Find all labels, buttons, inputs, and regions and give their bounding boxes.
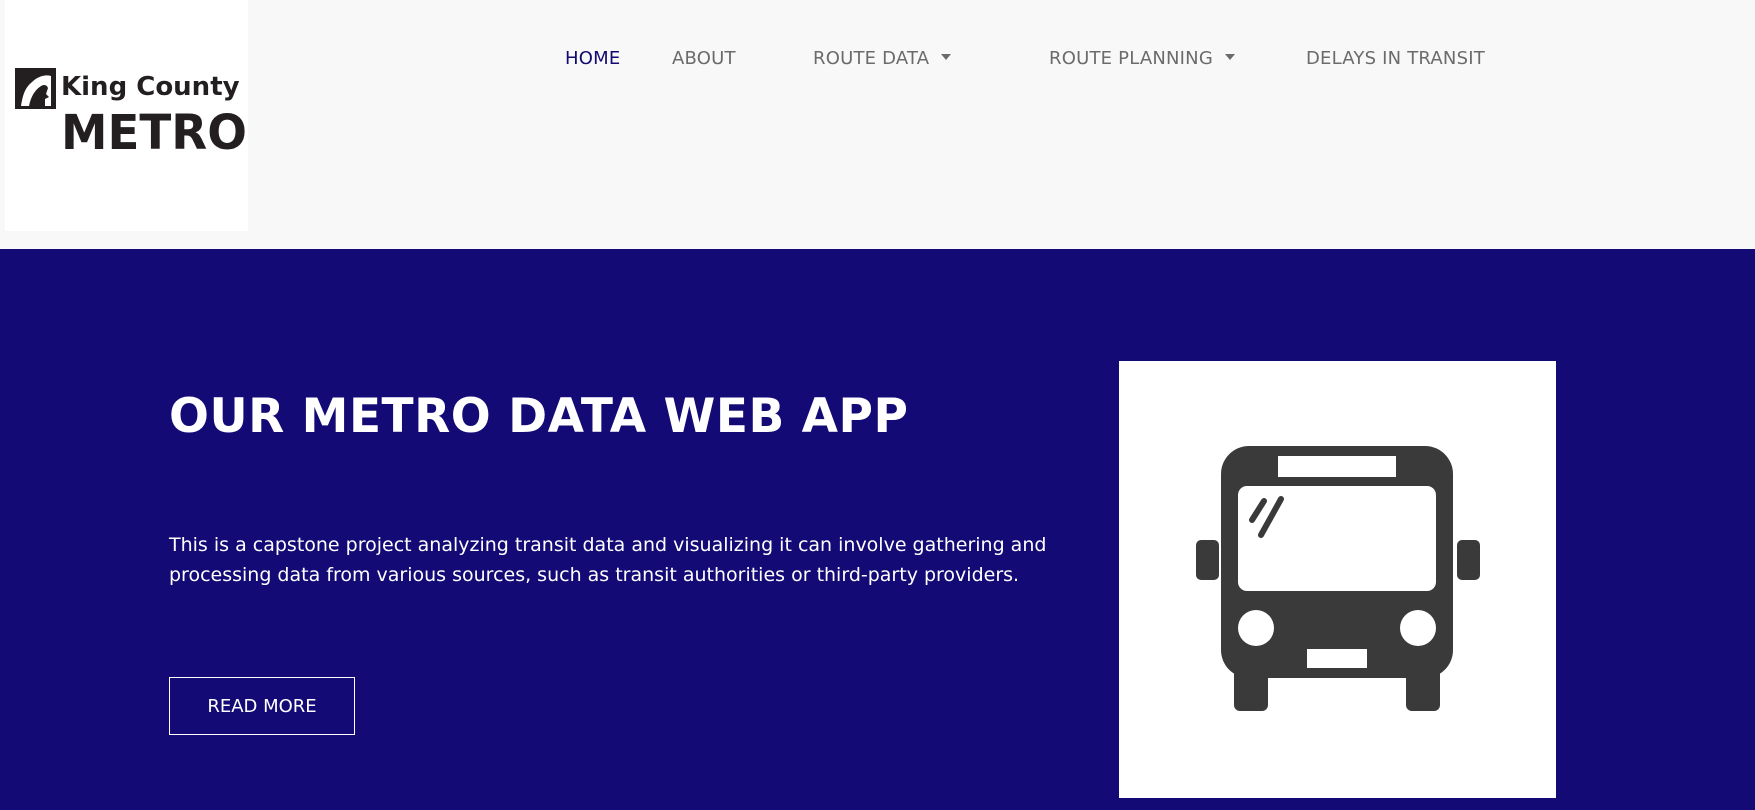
nav-home[interactable]: HOME [565,48,620,69]
king-county-emblem-icon: King County METRO [15,68,247,156]
nav-route-planning[interactable]: ROUTE PLANNING [1049,48,1235,69]
read-more-button[interactable]: READ MORE [169,677,355,735]
logo[interactable]: King County METRO [5,0,248,231]
logo-line2: METRO [61,105,247,156]
logo-line1: King County [61,72,240,102]
nav-route-data[interactable]: ROUTE DATA [813,48,952,69]
nav-delays-in-transit-label: DELAYS IN TRANSIT [1306,48,1485,69]
nav-route-planning-label: ROUTE PLANNING [1049,48,1214,69]
nav-about[interactable]: ABOUT [672,48,736,69]
hero-section: OUR METRO DATA WEB APP This is a capston… [0,249,1755,810]
hero-description: This is a capstone project analyzing tra… [169,534,1047,586]
bus-icon [1196,446,1480,711]
hero-image-card [1119,361,1556,798]
nav-route-data-label: ROUTE DATA [813,48,930,69]
site-header: King County METRO HOME ABOUT ROUTE DATA … [0,0,1755,249]
nav-about-label: ABOUT [672,48,736,69]
nav-home-label: HOME [565,48,621,69]
chevron-down-icon [1224,54,1235,60]
chevron-down-icon [941,54,952,60]
nav-delays-in-transit[interactable]: DELAYS IN TRANSIT [1306,48,1485,69]
hero-title: OUR METRO DATA WEB APP [169,389,909,444]
